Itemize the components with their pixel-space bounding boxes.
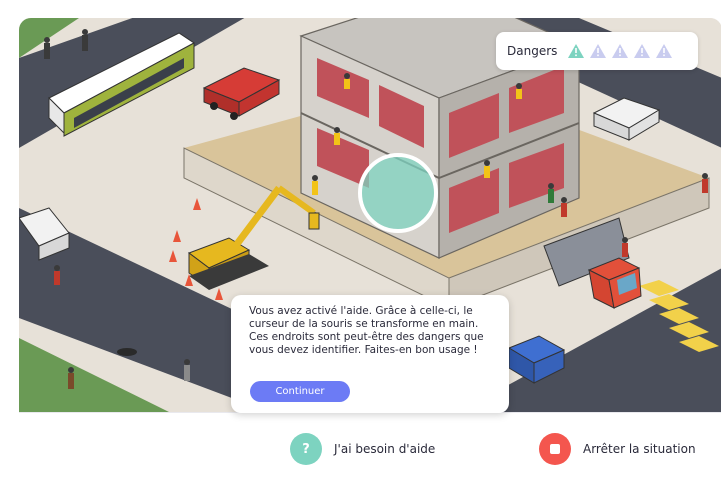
stop-label[interactable]: Arrêter la situation <box>583 442 696 456</box>
stop-icon[interactable] <box>539 433 571 465</box>
danger-pending-icon <box>589 43 607 59</box>
help-highlight-circle <box>358 153 438 233</box>
help-label[interactable]: J'ai besoin d'aide <box>334 442 435 456</box>
danger-pending-icon <box>633 43 651 59</box>
manhole <box>117 348 137 356</box>
help-button[interactable]: ? J'ai besoin d'aide <box>290 433 435 465</box>
dialog-text: Vous avez activé l'aide. Grâce à celle-c… <box>249 305 484 356</box>
continue-button[interactable]: Continuer <box>250 381 350 402</box>
bottom-bar: ? J'ai besoin d'aide Arrêter la situatio… <box>19 412 721 486</box>
dangers-panel: Dangers <box>496 32 698 70</box>
stop-square-icon <box>550 444 560 454</box>
danger-pending-icon <box>655 43 673 59</box>
stop-button[interactable]: Arrêter la situation <box>539 433 696 465</box>
danger-found-icon <box>567 43 585 59</box>
dangers-label: Dangers <box>507 44 558 58</box>
danger-pending-icon <box>611 43 629 59</box>
game-frame: Dangers ? J'ai besoin d'aide Arrêter la … <box>19 18 721 486</box>
question-icon[interactable]: ? <box>290 433 322 465</box>
help-dialog: Vous avez activé l'aide. Grâce à celle-c… <box>231 295 509 413</box>
